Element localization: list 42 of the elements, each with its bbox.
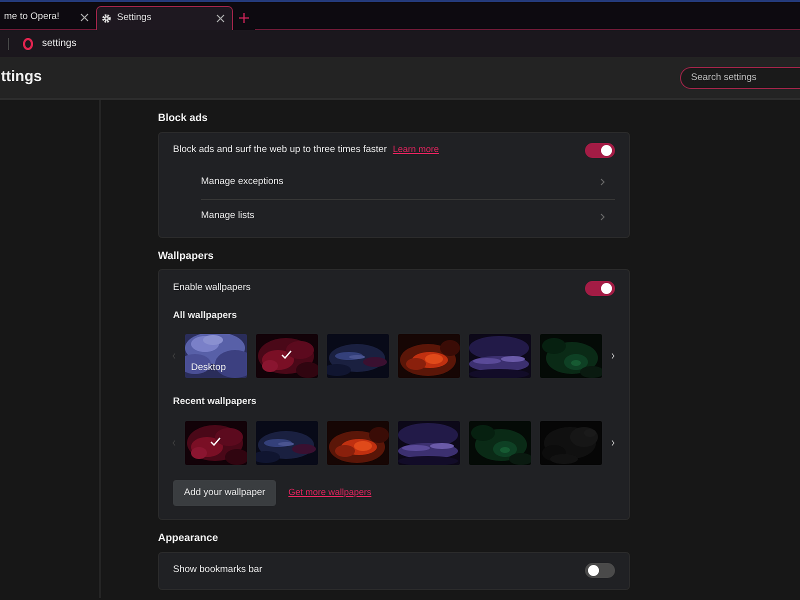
wallpaper-thumbnail[interactable] (469, 334, 531, 378)
chevron-icon[interactable] (600, 178, 605, 186)
section-title: Wallpapers (158, 248, 215, 264)
page-title: ttings (1, 67, 42, 88)
new-tab-icon[interactable] (239, 13, 249, 23)
checkmark-icon (281, 350, 292, 360)
browser-tab[interactable]: Settings (96, 6, 233, 30)
search-field[interactable]: Search settings (680, 66, 800, 88)
address-field[interactable]: settings (42, 36, 76, 51)
opera-logo-icon[interactable] (23, 38, 33, 50)
checkmark-icon (210, 436, 221, 446)
wallpaper-thumbnail[interactable] (540, 420, 602, 465)
wallpaper-thumbnail[interactable] (398, 334, 460, 378)
more-wallpapers-link[interactable]: Get more wallpapers (288, 486, 372, 500)
wallpaper-thumbnail[interactable] (398, 420, 460, 465)
gear-icon (101, 13, 112, 24)
learn-more-link[interactable]: Learn more (392, 144, 439, 154)
section-title: Block ads (158, 111, 209, 126)
toggle-switch[interactable] (585, 143, 615, 158)
gallery-label: All wallpapers (173, 309, 238, 324)
chevron-icon[interactable] (600, 212, 605, 221)
menu-item[interactable]: Manage exceptions (201, 174, 284, 190)
wallpaper-thumbnail[interactable] (256, 334, 318, 378)
toggle-switch[interactable] (585, 280, 615, 296)
setting-label: Show bookmarks bar (173, 564, 262, 576)
toggle-switch[interactable] (585, 563, 615, 578)
gallery-label: Recent wallpapers (173, 395, 258, 410)
section-title: Appearance (158, 530, 220, 546)
setting-label: Block ads and surf the web up to three times faster (173, 144, 387, 156)
add-wallpaper-button[interactable]: Add your wallpaper (173, 480, 276, 506)
close-icon[interactable] (79, 12, 90, 23)
menu-item[interactable]: Manage lists (201, 209, 254, 224)
wallpaper-thumbnail[interactable] (327, 420, 389, 465)
wallpaper-thumbnail[interactable] (256, 420, 318, 465)
thumbnail-caption: Desktop (191, 361, 226, 376)
wallpaper-thumbnail[interactable] (540, 334, 602, 378)
setting-label: Enable wallpapers (173, 282, 251, 294)
wallpaper-thumbnail[interactable] (327, 334, 389, 378)
wallpaper-thumbnail[interactable] (185, 420, 247, 465)
close-icon[interactable] (215, 13, 226, 24)
wallpaper-thumbnail[interactable]: Desktop (185, 334, 247, 378)
wallpaper-thumbnail[interactable] (469, 420, 531, 465)
